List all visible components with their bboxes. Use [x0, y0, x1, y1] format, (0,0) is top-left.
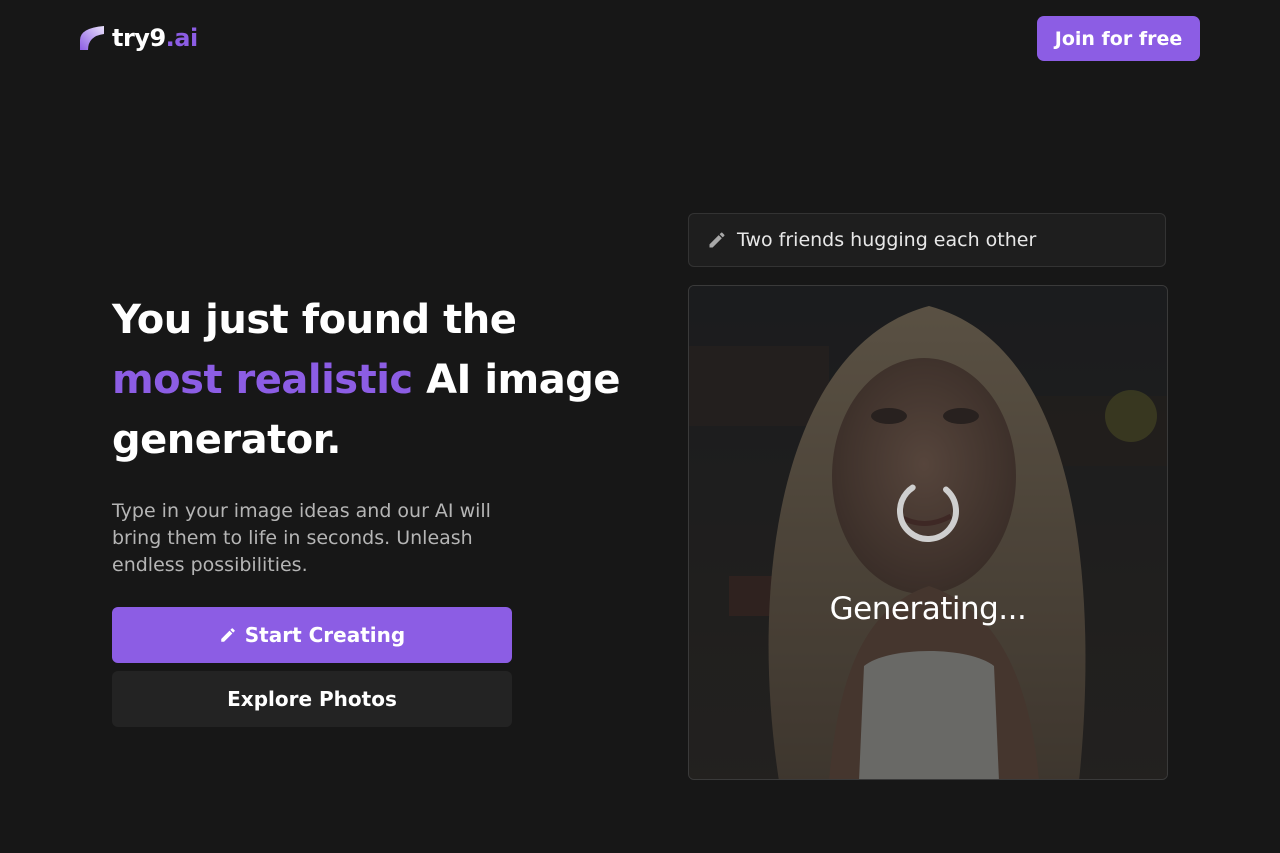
explore-photos-label: Explore Photos [227, 687, 397, 711]
logo-text: try9.ai [112, 24, 198, 52]
hero-description: Type in your image ideas and our AI will… [112, 500, 491, 576]
generated-image-preview: Generating... [688, 285, 1168, 780]
start-creating-button[interactable]: Start Creating [112, 607, 512, 663]
logo-mark-icon [80, 26, 104, 50]
pencil-icon [709, 232, 725, 248]
hero-section: You just found the most realistic AI ima… [112, 290, 632, 579]
spinner-icon [897, 480, 959, 542]
join-for-free-button[interactable]: Join for free [1037, 16, 1200, 61]
hero-headline: You just found the most realistic AI ima… [112, 297, 620, 463]
explore-photos-button[interactable]: Explore Photos [112, 671, 512, 727]
generating-status: Generating... [829, 591, 1027, 627]
pencil-icon [221, 628, 235, 642]
start-creating-label: Start Creating [244, 623, 406, 647]
prompt-display: Two friends hugging each other [688, 213, 1166, 267]
prompt-text: Two friends hugging each other [737, 229, 1037, 251]
logo[interactable]: try9.ai [80, 24, 198, 52]
